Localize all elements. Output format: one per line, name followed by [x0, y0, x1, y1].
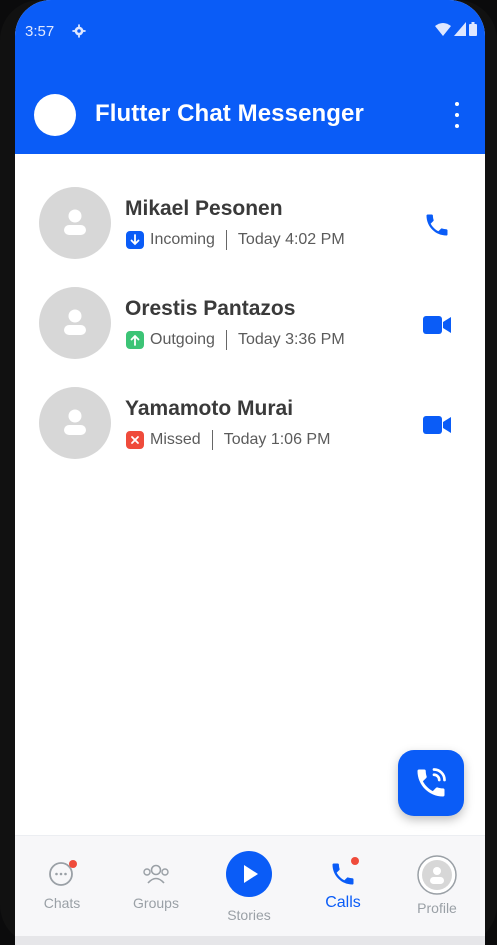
- status-icons: [435, 22, 477, 36]
- person-icon: [64, 409, 86, 435]
- contact-name: Yamamoto Murai: [125, 397, 294, 420]
- call-time: Today 4:02 PM: [237, 231, 345, 248]
- play-icon: [226, 851, 272, 897]
- phone-ringing-icon: [417, 768, 446, 797]
- nav-groups[interactable]: Groups: [111, 836, 201, 936]
- outgoing-arrow-icon: [126, 331, 144, 349]
- contact-avatar: [39, 187, 111, 259]
- missed-call-dot: [351, 857, 359, 865]
- nav-groups-label: Groups: [133, 895, 179, 911]
- screen: 3:57 Flutter Chat Messenger Mikael Peson…: [15, 0, 485, 945]
- nav-chats-label: Chats: [43, 895, 81, 911]
- call-time: Today 3:36 PM: [237, 331, 345, 348]
- person-icon: [64, 209, 86, 235]
- call-status: Missed: [150, 431, 201, 448]
- separator: [225, 330, 227, 350]
- profile-avatar-icon: [417, 855, 457, 895]
- status-time: 3:57: [25, 23, 55, 40]
- call-meta: Missed Today 1:06 PM: [126, 430, 330, 450]
- contact-avatar: [39, 387, 111, 459]
- settings-gear-icon: [72, 24, 86, 38]
- call-meta: Outgoing Today 3:36 PM: [126, 330, 345, 350]
- more-options-icon[interactable]: [451, 102, 463, 128]
- video-icon: [423, 416, 451, 434]
- call-time: Today 1:06 PM: [223, 431, 331, 448]
- groups-icon: [143, 864, 169, 884]
- nav-calls-label: Calls: [325, 894, 361, 911]
- video-call-button[interactable]: [419, 407, 455, 443]
- nav-profile-label: Profile: [417, 900, 457, 916]
- calls-list: Mikael Pesonen Incoming Today 4:02 PM Or…: [15, 154, 485, 459]
- app-bar: Flutter Chat Messenger: [15, 62, 485, 154]
- wifi-icon: [435, 23, 451, 36]
- separator: [225, 230, 227, 250]
- bottom-navigation: Chats Groups Stories Calls Profile: [15, 835, 485, 936]
- incoming-arrow-icon: [126, 231, 144, 249]
- nav-stories[interactable]: Stories: [204, 836, 294, 936]
- call-item[interactable]: Mikael Pesonen Incoming Today 4:02 PM: [15, 154, 485, 259]
- call-meta: Incoming Today 4:02 PM: [126, 230, 345, 250]
- contact-name: Mikael Pesonen: [125, 197, 283, 220]
- user-avatar[interactable]: [34, 94, 76, 136]
- video-icon: [423, 316, 451, 334]
- nav-calls[interactable]: Calls: [298, 836, 388, 936]
- separator: [211, 430, 213, 450]
- call-item[interactable]: Yamamoto Murai Missed Today 1:06 PM: [15, 354, 485, 459]
- nav-stories-label: Stories: [227, 907, 271, 923]
- video-call-button[interactable]: [419, 307, 455, 343]
- contact-avatar: [39, 287, 111, 359]
- contact-name: Orestis Pantazos: [125, 297, 296, 320]
- call-status: Incoming: [150, 231, 215, 248]
- unread-dot: [69, 860, 77, 868]
- nav-chats[interactable]: Chats: [17, 836, 107, 936]
- app-title: Flutter Chat Messenger: [95, 100, 364, 127]
- phone-frame: 3:57 Flutter Chat Messenger Mikael Peson…: [0, 0, 497, 945]
- call-status: Outgoing: [150, 331, 215, 348]
- new-call-fab[interactable]: [398, 750, 464, 816]
- phone-call-button[interactable]: [419, 207, 455, 243]
- missed-x-icon: [126, 431, 144, 449]
- call-item[interactable]: Orestis Pantazos Outgoing Today 3:36 PM: [15, 254, 485, 359]
- phone-icon: [426, 214, 448, 236]
- battery-icon: [469, 22, 477, 36]
- status-bar: 3:57: [15, 0, 485, 62]
- nav-profile[interactable]: Profile: [392, 836, 482, 936]
- person-icon: [64, 309, 86, 335]
- signal-icon: [454, 22, 466, 36]
- gesture-bar-area: [15, 936, 485, 945]
